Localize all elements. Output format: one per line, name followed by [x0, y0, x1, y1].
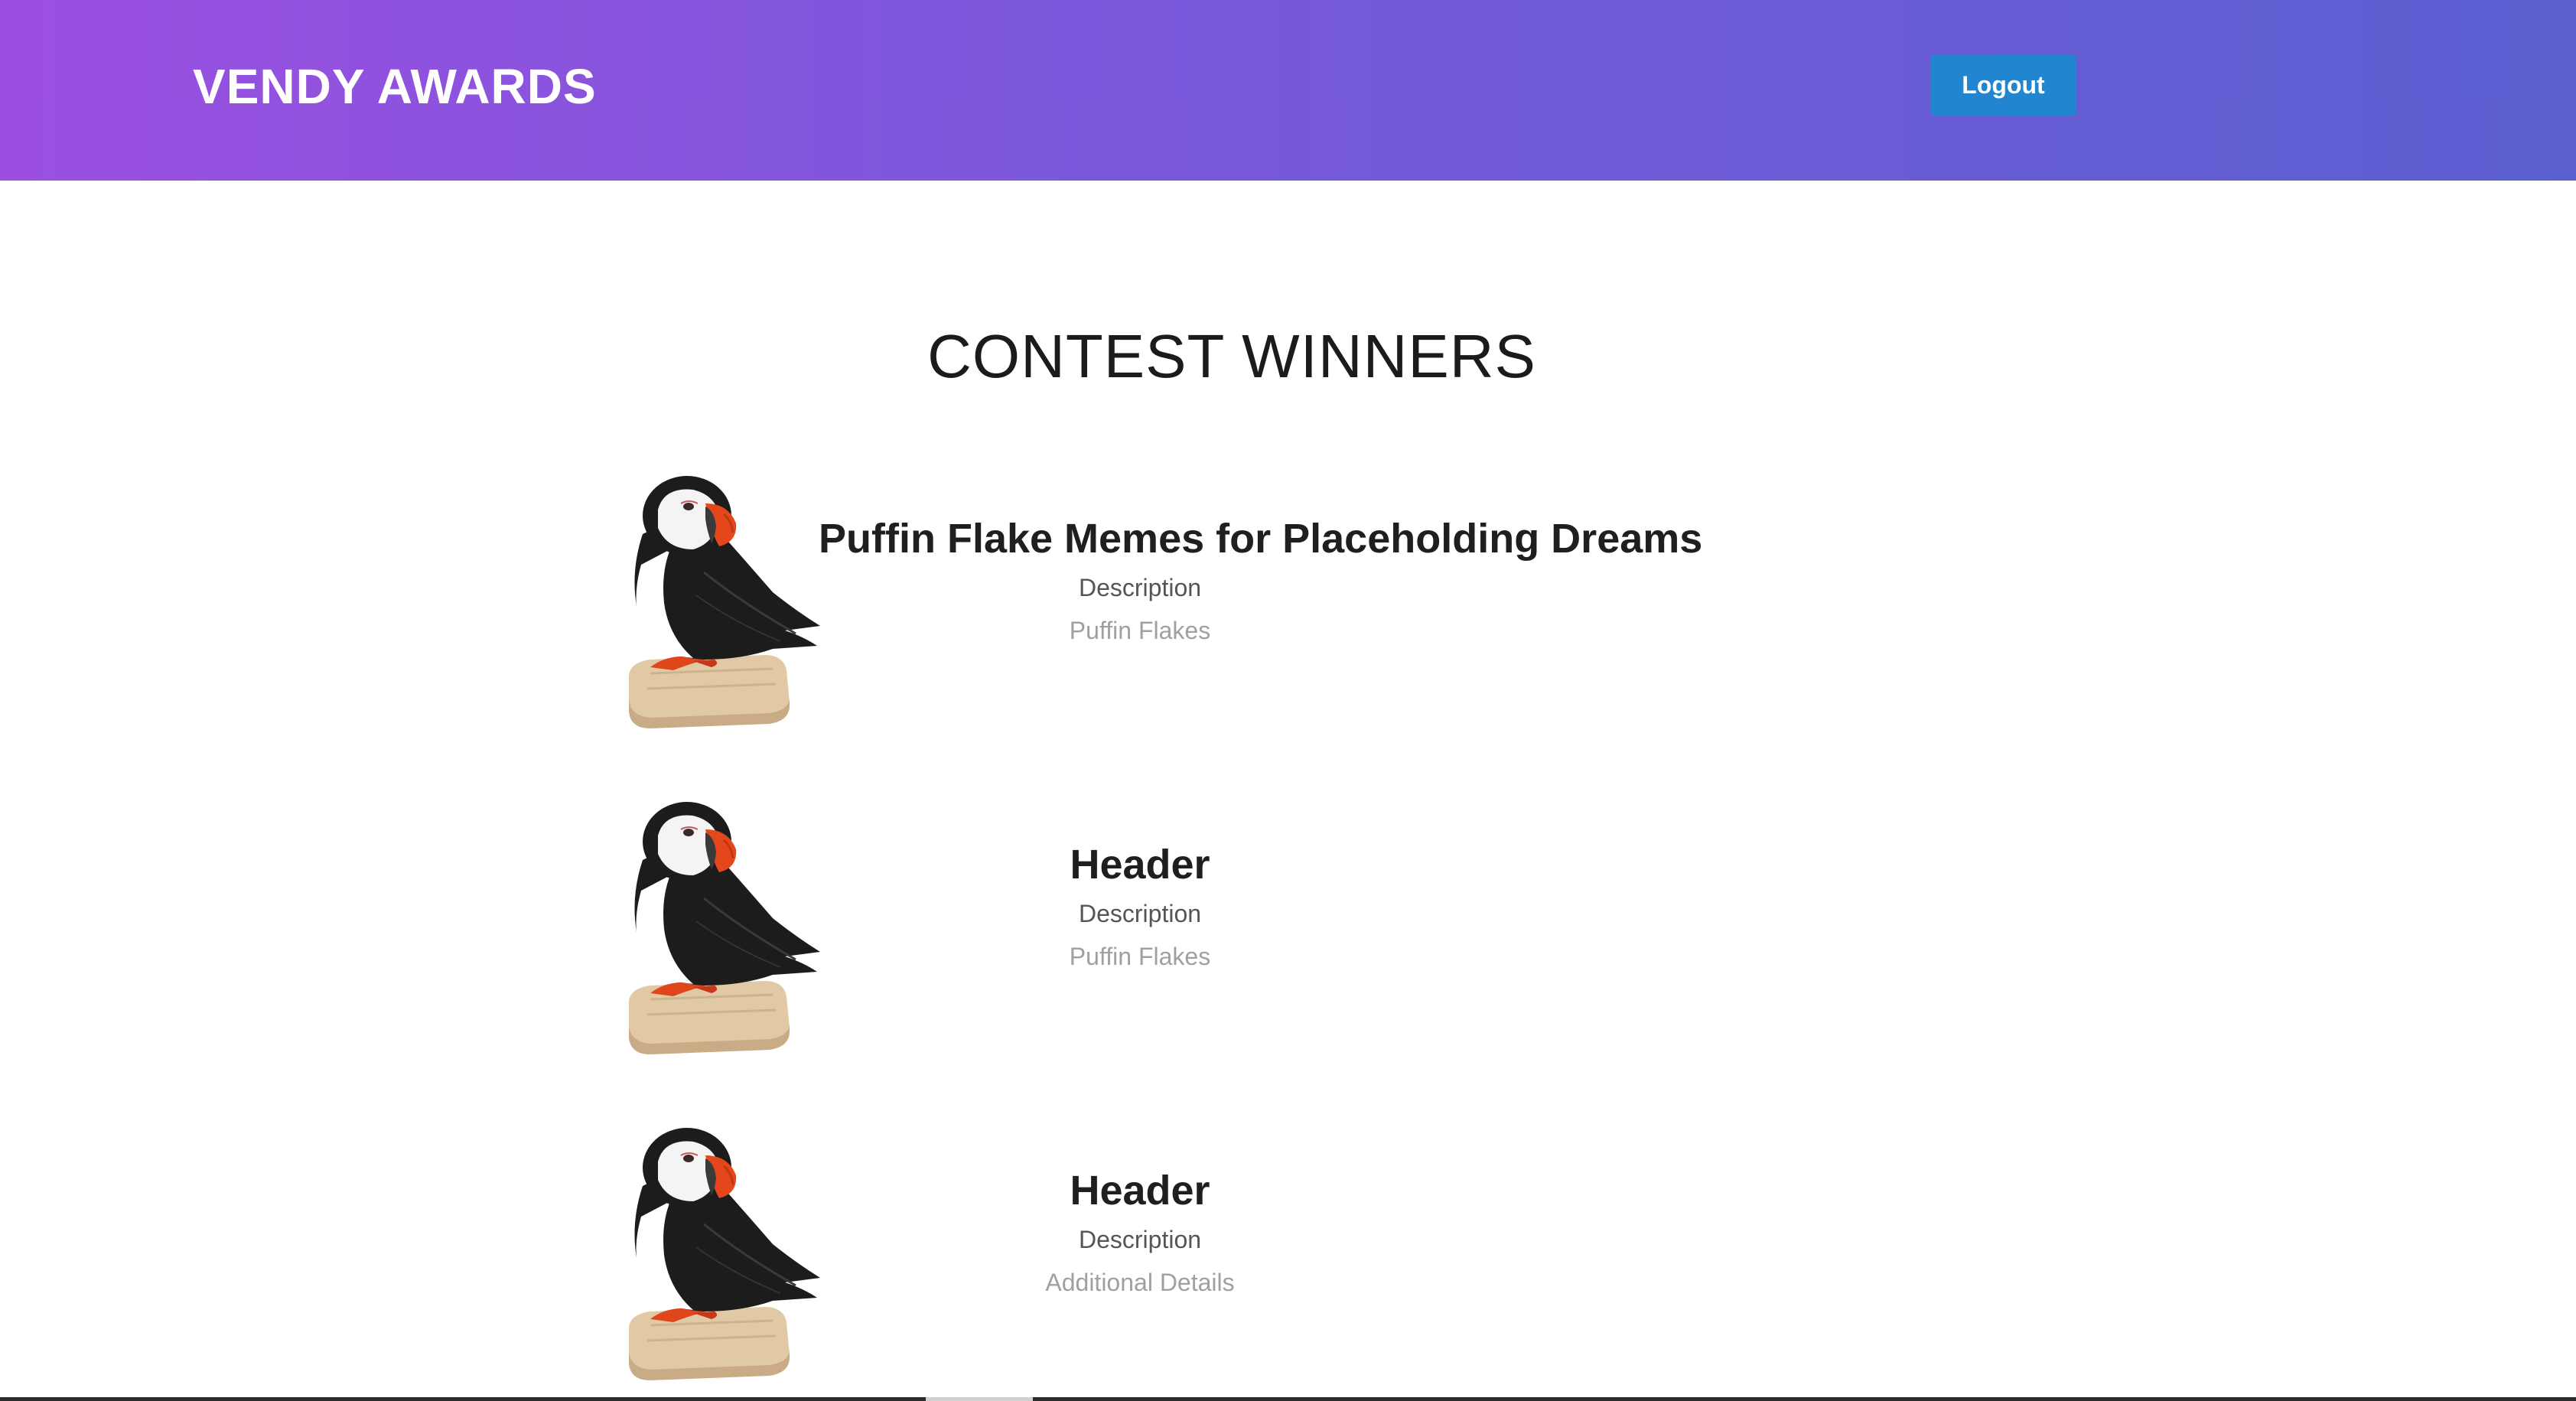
winner-item: Puffin Flake Memes for Placeholding Drea…: [620, 473, 1997, 733]
winner-item: Header Description Additional Details: [620, 1125, 1997, 1385]
page-title: CONTEST WINNERS: [927, 322, 1536, 390]
winner-extra: Puffin Flakes: [1069, 943, 1211, 970]
brand-title[interactable]: VENDY AWARDS: [193, 57, 597, 116]
puffin-image: [620, 1125, 834, 1385]
horizontal-scrollbar[interactable]: [0, 1397, 2576, 1401]
winner-item: Header Description Puffin Flakes: [620, 799, 1997, 1059]
winner-info: Header Description Additional Details: [819, 1163, 1461, 1304]
top-navbar: VENDY AWARDS Logout: [0, 0, 2576, 181]
scrollbar-thumb[interactable]: [926, 1397, 1033, 1401]
winner-extra: Puffin Flakes: [1069, 617, 1211, 644]
winner-description: Description: [1078, 900, 1202, 927]
winner-info: Puffin Flake Memes for Placeholding Drea…: [819, 511, 1703, 652]
winner-extra: Additional Details: [1045, 1269, 1235, 1296]
logout-button[interactable]: Logout: [1930, 54, 2076, 116]
winner-description: Description: [1078, 574, 1202, 601]
winner-info: Header Description Puffin Flakes: [819, 837, 1461, 978]
puffin-image: [620, 799, 834, 1059]
puffin-image: [620, 473, 834, 733]
winner-title: Header: [1070, 842, 1210, 888]
winner-title: Header: [1070, 1168, 1210, 1214]
winner-title: Puffin Flake Memes for Placeholding Drea…: [819, 516, 1703, 562]
winner-description: Description: [1078, 1226, 1202, 1253]
